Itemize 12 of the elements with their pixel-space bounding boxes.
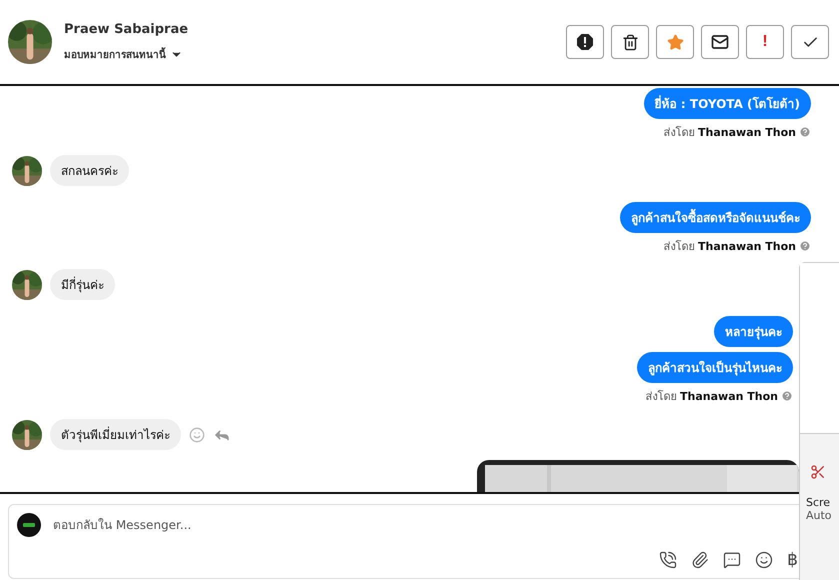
- sender-label: ส่งโดย Thanawan Thon: [646, 389, 778, 405]
- message-bubble: ลูกค้าสนใจซื้อสดหรือจัดแนนช์คะ: [620, 202, 811, 233]
- message-bubble: มีกี่รุ่นค่ะ: [50, 269, 115, 300]
- message-bubble: ตัวรุ่นพีเมี่ยมเท่าไรค่ะ: [50, 419, 181, 450]
- message-bubble: หลายรุ่นคะ: [714, 316, 793, 347]
- contact-name: Praew Sabaiprae: [64, 22, 190, 37]
- message-bubble: ยี่ห้อ : TOYOTA (โตโยต้า): [644, 88, 811, 119]
- popup-subtitle: Auto: [805, 509, 833, 522]
- message-bubble: ลูกค้าสวนใจเป็นรุ่นไหนคะ: [637, 352, 793, 383]
- sender-label: ส่งโดย Thanawan Thon: [664, 125, 796, 141]
- message-bubble: สกลนครค่ะ: [50, 155, 129, 186]
- sender-label: ส่งโดย Thanawan Thon: [664, 239, 796, 255]
